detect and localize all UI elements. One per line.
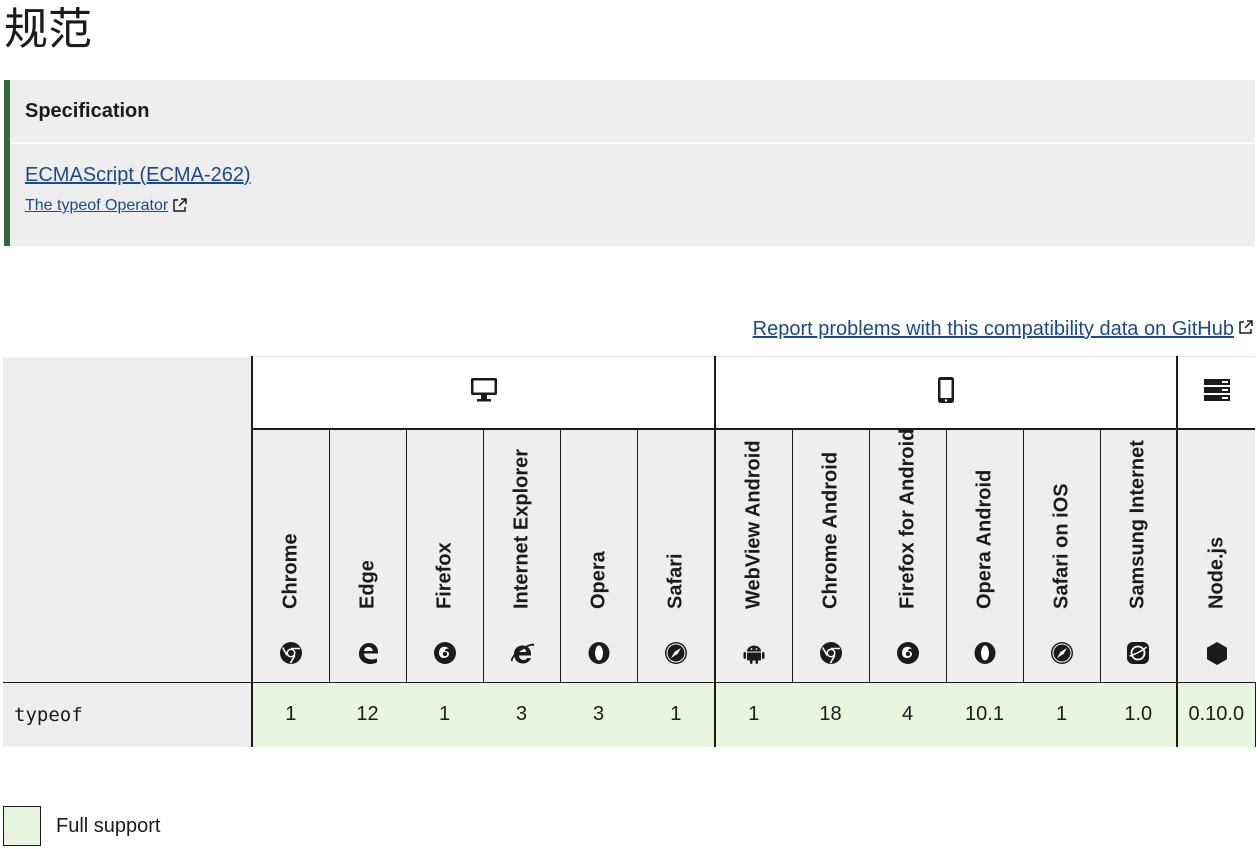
samsung-icon bbox=[1126, 641, 1150, 665]
browser-name: Safari on iOS bbox=[1050, 482, 1072, 609]
browser-name: Chrome Android bbox=[819, 451, 841, 609]
safari-icon bbox=[1050, 641, 1074, 665]
browser-name: Internet Explorer bbox=[510, 448, 532, 609]
edge-icon bbox=[356, 641, 380, 665]
browser-header-safari-on-ios: Safari on iOS bbox=[1022, 428, 1100, 682]
desktop-icon bbox=[470, 377, 497, 402]
support-cell[interactable]: 3 bbox=[559, 681, 637, 747]
firefox-icon bbox=[433, 641, 457, 665]
browser-header-opera-android: Opera Android bbox=[945, 428, 1023, 682]
server-icon bbox=[1203, 378, 1230, 401]
browser-header-samsung-internet: Samsung Internet bbox=[1099, 428, 1178, 682]
browser-name: Safari bbox=[664, 552, 687, 609]
legend-label: Full support bbox=[56, 814, 161, 837]
support-cell[interactable]: 1 bbox=[636, 681, 715, 747]
nodejs-icon bbox=[1205, 641, 1229, 665]
support-cell[interactable]: 4 bbox=[868, 681, 946, 747]
opera-icon bbox=[587, 641, 611, 665]
browser-header-webview-android: WebView Android bbox=[714, 428, 792, 682]
external-link-icon bbox=[172, 197, 188, 218]
safari-icon bbox=[664, 641, 688, 665]
spec-section-link[interactable]: The typeof Operator bbox=[25, 197, 168, 214]
browser-header-firefox-for-android: Firefox for Android bbox=[868, 428, 946, 682]
browser-header-chrome-android: Chrome Android bbox=[791, 428, 869, 682]
legend-swatch-full-support bbox=[3, 806, 41, 846]
page-heading: 规范 bbox=[4, 4, 92, 55]
opera-icon bbox=[973, 641, 997, 665]
feature-name: typeof bbox=[3, 681, 252, 747]
chrome-icon bbox=[279, 641, 303, 665]
specification-table: Specification ECMAScript (ECMA-262) The … bbox=[4, 80, 1255, 246]
browser-name: Firefox bbox=[433, 541, 455, 609]
browser-name: Firefox for Android bbox=[896, 428, 918, 609]
browser-name: Samsung Internet bbox=[1126, 439, 1149, 609]
support-cell[interactable]: 1 bbox=[251, 681, 329, 747]
ie-icon bbox=[510, 641, 535, 665]
android-icon bbox=[742, 641, 766, 665]
browser-header-firefox: Firefox bbox=[405, 428, 483, 682]
spec-header: Specification bbox=[10, 80, 1255, 144]
platform-desktop bbox=[251, 356, 715, 430]
browser-header-node-js: Node.js bbox=[1176, 428, 1256, 682]
browser-name: Node.js bbox=[1205, 536, 1228, 609]
support-cell[interactable]: 1.0 bbox=[1099, 681, 1178, 747]
spec-link[interactable]: ECMAScript (ECMA-262) bbox=[25, 164, 251, 187]
support-cell[interactable]: 12 bbox=[328, 681, 406, 747]
mobile-icon bbox=[938, 376, 955, 403]
support-cell[interactable]: 18 bbox=[791, 681, 869, 747]
support-cell[interactable]: 1 bbox=[714, 681, 792, 747]
browser-header-safari: Safari bbox=[636, 428, 715, 682]
table-corner bbox=[3, 356, 252, 682]
browser-name: Opera Android bbox=[973, 469, 995, 609]
browser-name: WebView Android bbox=[742, 439, 765, 609]
browser-header-internet-explorer: Internet Explorer bbox=[482, 428, 560, 682]
support-cell[interactable]: 3 bbox=[482, 681, 560, 747]
browser-name: Chrome bbox=[279, 532, 302, 609]
browser-header-edge: Edge bbox=[328, 428, 406, 682]
support-cell[interactable]: 0.10.0 bbox=[1176, 681, 1256, 747]
chrome-icon bbox=[819, 641, 843, 665]
browser-name: Edge bbox=[356, 559, 378, 609]
browser-header-chrome: Chrome bbox=[251, 428, 329, 682]
browser-compat-table: Chrome Edge Firefox Internet Explorer Opera S… bbox=[3, 356, 1256, 747]
platform-server bbox=[1176, 356, 1256, 430]
external-link-icon bbox=[1238, 318, 1254, 341]
support-cell[interactable]: 10.1 bbox=[945, 681, 1023, 747]
firefox-icon bbox=[896, 641, 920, 665]
browser-name: Opera bbox=[587, 550, 609, 609]
browser-header-opera: Opera bbox=[559, 428, 637, 682]
support-cell[interactable]: 1 bbox=[1022, 681, 1100, 747]
legend: Full support bbox=[3, 806, 161, 846]
report-problems-link[interactable]: Report problems with this compatibility … bbox=[753, 318, 1234, 340]
platform-mobile bbox=[713, 356, 1178, 430]
support-cell[interactable]: 1 bbox=[405, 681, 483, 747]
